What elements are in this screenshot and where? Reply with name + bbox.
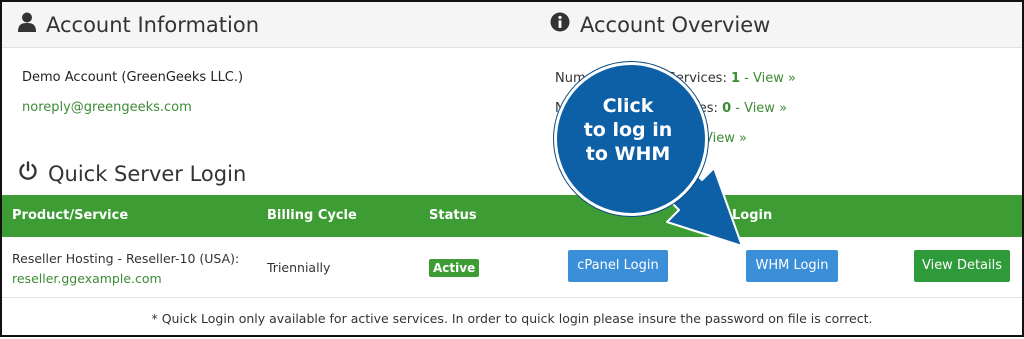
callout-arrow [661, 167, 743, 247]
callout-text: Click to log in to WHM [583, 95, 673, 165]
